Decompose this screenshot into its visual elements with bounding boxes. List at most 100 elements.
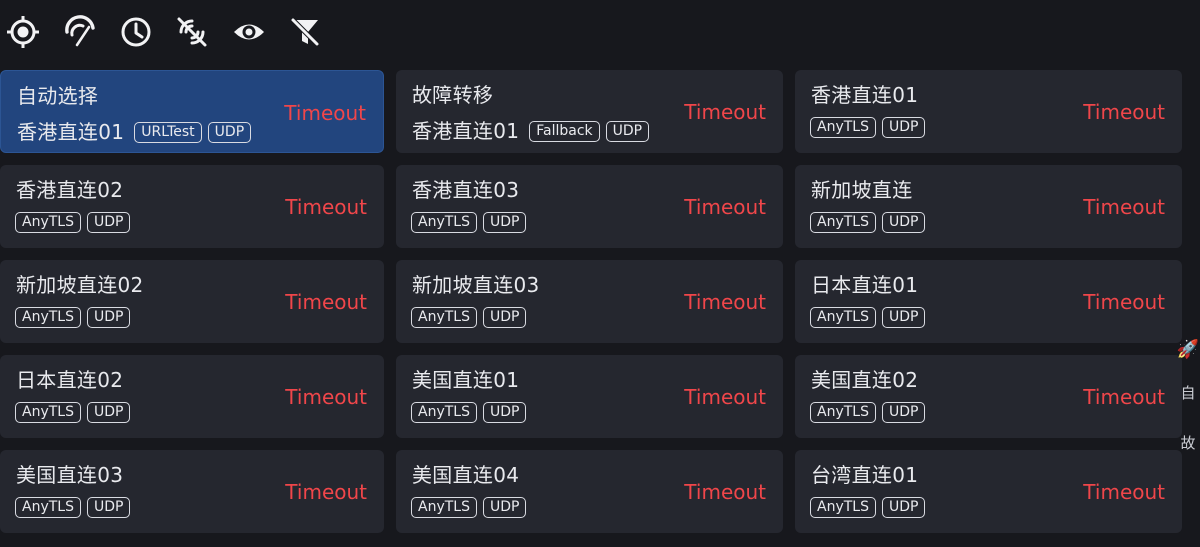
delay-status[interactable]: Timeout <box>285 385 367 409</box>
proxy-type-tag: AnyTLS <box>411 307 477 328</box>
proxy-name: 新加坡直连 <box>811 178 913 202</box>
proxy-card[interactable]: 美国直连01 AnyTLS UDP Timeout <box>396 355 783 438</box>
proxy-type-tag: UDP <box>881 307 926 328</box>
proxy-type-tag: UDP <box>881 212 926 233</box>
proxy-meta: 香港直连01 URLTest UDP <box>16 119 257 145</box>
proxy-type-tag: AnyTLS <box>810 117 876 138</box>
delay-status[interactable]: Timeout <box>1083 480 1165 504</box>
proxy-card[interactable]: 日本直连01 AnyTLS UDP Timeout <box>795 260 1182 343</box>
proxy-meta: AnyTLS UDP <box>15 212 136 233</box>
proxy-type-tag: AnyTLS <box>15 212 81 233</box>
proxy-current-node: 香港直连01 <box>412 119 520 143</box>
side-nav-item[interactable]: 故 <box>1180 430 1195 456</box>
proxy-card[interactable]: 故障转移香港直连01 Fallback UDP Timeout <box>396 70 783 153</box>
proxy-card[interactable]: 香港直连03 AnyTLS UDP Timeout <box>396 165 783 248</box>
proxy-type-tag: AnyTLS <box>411 497 477 518</box>
proxy-meta: 香港直连01 Fallback UDP <box>411 118 655 144</box>
speed-test-icon[interactable] <box>62 14 98 50</box>
proxy-name: 香港直连01 <box>811 83 919 107</box>
delay-status[interactable]: Timeout <box>684 195 766 219</box>
proxy-type-tag: AnyTLS <box>411 402 477 423</box>
delay-status[interactable]: Timeout <box>684 100 766 124</box>
proxy-name: 香港直连03 <box>412 178 520 202</box>
proxy-card[interactable]: 自动选择 香港直连01 URLTest UDP Timeout <box>0 70 384 153</box>
proxy-meta: AnyTLS UDP <box>810 402 931 423</box>
proxy-type-tag: AnyTLS <box>810 212 876 233</box>
visibility-eye-icon[interactable] <box>231 14 267 50</box>
proxy-name: 美国直连01 <box>412 368 520 392</box>
proxy-current-node: 香港直连01 <box>17 120 125 144</box>
proxy-type-tag: UDP <box>881 497 926 518</box>
delay-status[interactable]: Timeout <box>284 101 366 125</box>
proxy-name: 日本直连01 <box>811 273 919 297</box>
proxy-card[interactable]: 美国直连02 AnyTLS UDP Timeout <box>795 355 1182 438</box>
proxy-type-tag: UDP <box>86 497 131 518</box>
proxy-type-tag: UDP <box>482 212 527 233</box>
proxy-card[interactable]: 美国直连03 AnyTLS UDP Timeout <box>0 450 384 533</box>
proxy-meta: AnyTLS UDP <box>411 497 532 518</box>
proxy-meta: AnyTLS UDP <box>810 117 931 138</box>
proxy-type-tag: AnyTLS <box>810 402 876 423</box>
proxy-name: 美国直连04 <box>412 463 520 487</box>
proxy-type-tag: UDP <box>86 212 131 233</box>
proxy-type-tag: AnyTLS <box>15 497 81 518</box>
delay-status[interactable]: Timeout <box>684 385 766 409</box>
side-nav: 🚀 自 故 <box>1176 338 1200 480</box>
proxy-type-tag: UDP <box>86 307 131 328</box>
proxy-meta: AnyTLS UDP <box>810 212 931 233</box>
history-clock-icon[interactable] <box>118 14 154 50</box>
proxy-type-tag: UDP <box>482 497 527 518</box>
proxy-meta: AnyTLS UDP <box>15 307 136 328</box>
proxy-name: 日本直连02 <box>16 368 124 392</box>
proxy-type-tag: UDP <box>482 402 527 423</box>
proxy-card[interactable]: 台湾直连01 AnyTLS UDP Timeout <box>795 450 1182 533</box>
delay-status[interactable]: Timeout <box>1083 385 1165 409</box>
proxy-name: 故障转移 <box>412 83 494 107</box>
proxy-name: 新加坡直连03 <box>412 273 540 297</box>
side-nav-item[interactable]: 自 <box>1180 380 1195 406</box>
proxy-name: 美国直连03 <box>16 463 124 487</box>
proxy-card[interactable]: 新加坡直连 AnyTLS UDP Timeout <box>795 165 1182 248</box>
proxy-name: 新加坡直连02 <box>16 273 144 297</box>
no-signal-icon[interactable] <box>174 14 210 50</box>
proxy-meta: AnyTLS UDP <box>411 212 532 233</box>
proxy-card[interactable]: 香港直连01 AnyTLS UDP Timeout <box>795 70 1182 153</box>
proxy-type-tag: UDP <box>881 402 926 423</box>
proxy-card[interactable]: 新加坡直连03 AnyTLS UDP Timeout <box>396 260 783 343</box>
rocket-icon[interactable]: 🚀 <box>1177 338 1199 362</box>
proxy-meta: AnyTLS UDP <box>411 402 532 423</box>
proxy-card[interactable]: 新加坡直连02 AnyTLS UDP Timeout <box>0 260 384 343</box>
proxy-card[interactable]: 美国直连04 AnyTLS UDP Timeout <box>396 450 783 533</box>
proxy-type-tag: UDP <box>881 117 926 138</box>
delay-status[interactable]: Timeout <box>285 290 367 314</box>
proxy-type-tag: AnyTLS <box>810 307 876 328</box>
proxy-type-tag: UDP <box>605 120 650 142</box>
proxy-meta: AnyTLS UDP <box>810 497 931 518</box>
delay-status[interactable]: Timeout <box>1083 290 1165 314</box>
delay-status[interactable]: Timeout <box>1083 100 1165 124</box>
delay-status[interactable]: Timeout <box>285 480 367 504</box>
delay-status[interactable]: Timeout <box>684 290 766 314</box>
proxy-name: 香港直连02 <box>16 178 124 202</box>
proxy-type-tag: Fallback <box>529 120 600 142</box>
proxy-meta: AnyTLS UDP <box>15 402 136 423</box>
delay-status[interactable]: Timeout <box>1083 195 1165 219</box>
proxy-grid: 自动选择 香港直连01 URLTest UDP Timeout 故障转移 香港直连01 Fal… <box>0 70 1182 533</box>
proxy-meta: AnyTLS UDP <box>411 307 532 328</box>
proxy-name: 台湾直连01 <box>811 463 919 487</box>
proxy-meta: AnyTLS UDP <box>810 307 931 328</box>
proxy-meta: AnyTLS UDP <box>15 497 136 518</box>
proxy-type-tag: UDP <box>482 307 527 328</box>
locate-icon[interactable] <box>5 14 41 50</box>
toolbar <box>0 0 1200 66</box>
proxy-card[interactable]: 日本直连02 AnyTLS UDP Timeout <box>0 355 384 438</box>
proxy-type-tag: AnyTLS <box>411 212 477 233</box>
filter-off-icon[interactable] <box>287 14 323 50</box>
proxy-card[interactable]: 香港直连02 AnyTLS UDP Timeout <box>0 165 384 248</box>
proxy-type-tag: AnyTLS <box>15 402 81 423</box>
proxy-name: 美国直连02 <box>811 368 919 392</box>
delay-status[interactable]: Timeout <box>285 195 367 219</box>
delay-status[interactable]: Timeout <box>684 480 766 504</box>
proxy-type-tag: UDP <box>86 402 131 423</box>
proxy-type-tag: UDP <box>207 121 252 143</box>
